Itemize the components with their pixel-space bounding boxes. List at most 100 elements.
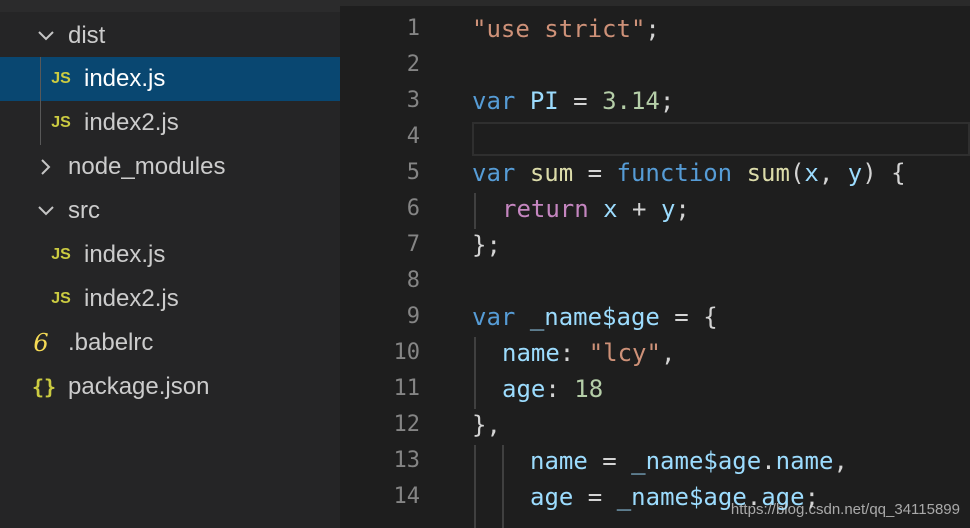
- line-number: 4: [406, 124, 420, 149]
- number-token: 3.14: [602, 87, 660, 115]
- js-file-icon: JS: [51, 246, 71, 263]
- tree-item-label: index.js: [84, 65, 166, 92]
- tree-item-label: .babelrc: [68, 329, 154, 356]
- variable-token: age: [530, 483, 574, 511]
- chevron-down-icon: [36, 14, 56, 58]
- punctuation-token: ;: [659, 87, 675, 115]
- tree-item-label: dist: [68, 22, 106, 49]
- line-number: 1: [406, 16, 420, 41]
- line-number: 7: [406, 232, 420, 257]
- line-number: 12: [393, 412, 421, 437]
- tree-item-label: index.js: [84, 241, 166, 268]
- js-file-icon: JS: [51, 290, 71, 307]
- variable-token: _name$age: [529, 303, 660, 331]
- tree-item-label: index2.js: [84, 285, 179, 312]
- string-token: "use strict": [472, 15, 646, 43]
- operator-token: =: [587, 447, 632, 475]
- punctuation-token: ,: [818, 159, 848, 187]
- string-token: "lcy": [588, 339, 661, 367]
- function-name-token: sum: [529, 159, 574, 187]
- indent-guide: [474, 445, 476, 528]
- explorer-sidebar: dist JS index.js JS index2.js node_modul…: [0, 0, 340, 528]
- babel-file-icon: 6: [33, 329, 49, 357]
- operator-token: =: [573, 483, 617, 511]
- variable-token: _name$age: [631, 447, 762, 475]
- code-line-9: var _name$age = {: [472, 299, 718, 335]
- code-line-3: var PI = 3.14;: [472, 83, 674, 119]
- code-line-6: return x + y;: [502, 191, 690, 227]
- keyword-token: return: [502, 195, 589, 223]
- number-token: 18: [574, 375, 604, 403]
- punctuation-token: },: [472, 411, 501, 439]
- chevron-right-icon: [36, 145, 56, 189]
- tree-folder-src[interactable]: src: [0, 189, 340, 233]
- code-editor[interactable]: 1 2 3 4 5 6 7 8 9 10 11 12 13 14 "use st…: [340, 0, 970, 528]
- tree-file-dist-index2-js[interactable]: JS index2.js: [0, 101, 340, 145]
- keyword-token: var: [472, 159, 516, 187]
- indent-guide: [474, 337, 476, 409]
- line-number: 9: [406, 304, 420, 329]
- param-token: x: [804, 159, 819, 187]
- property-token: name: [775, 447, 834, 475]
- tree-folder-node-modules[interactable]: node_modules: [0, 145, 340, 189]
- indent-guide: [474, 193, 476, 229]
- tree-item-label: node_modules: [68, 153, 226, 180]
- code-line-13: name = _name$age.name,: [530, 443, 848, 479]
- keyword-token: var: [472, 303, 516, 331]
- tree-file-src-index-js[interactable]: JS index.js: [0, 233, 340, 277]
- tree-file-src-index2-js[interactable]: JS index2.js: [0, 277, 340, 321]
- variable-token: PI: [529, 87, 559, 115]
- line-number: 8: [406, 268, 420, 293]
- line-number: 3: [406, 88, 420, 113]
- keyword-token: var: [472, 87, 516, 115]
- chevron-down-icon: [36, 189, 56, 233]
- code-line-10: name: "lcy",: [502, 335, 675, 371]
- line-number: 5: [406, 160, 420, 185]
- line-number: 14: [393, 484, 421, 509]
- operator-token: =: [558, 87, 603, 115]
- line-number: 2: [406, 52, 420, 77]
- property-token: name: [502, 339, 560, 367]
- punctuation-token: ,: [833, 447, 848, 475]
- js-file-icon: JS: [51, 114, 71, 131]
- variable-token: name: [530, 447, 588, 475]
- punctuation-token: :: [545, 375, 575, 403]
- variable-token: x: [603, 195, 618, 223]
- tree-indent-guide: [40, 57, 41, 145]
- keyword-token: function: [616, 159, 733, 187]
- punctuation-token: .: [761, 447, 776, 475]
- js-file-icon: JS: [51, 70, 71, 87]
- current-line-highlight: [472, 122, 970, 156]
- watermark: https://blog.csdn.net/qq_34115899: [730, 501, 960, 518]
- tree-file-package-json[interactable]: {} package.json: [0, 365, 340, 409]
- property-token: age: [502, 375, 546, 403]
- json-file-icon: {}: [31, 375, 57, 399]
- function-name-token: sum: [746, 159, 790, 187]
- indent-guide: [502, 445, 504, 528]
- tree-folder-dist[interactable]: dist: [0, 14, 340, 58]
- editor-tab-strip: [340, 0, 970, 6]
- param-token: y: [847, 159, 863, 187]
- code-line-12: },: [472, 407, 501, 443]
- tree-item-label: package.json: [68, 373, 210, 400]
- code-line-11: age: 18: [502, 371, 603, 407]
- operator-token: =: [573, 159, 617, 187]
- punctuation-token: ) {: [862, 159, 906, 187]
- punctuation-token: };: [472, 231, 501, 259]
- tree-file-dist-index-js[interactable]: JS index.js: [0, 57, 340, 101]
- code-line-5: var sum = function sum(x, y) {: [472, 155, 906, 191]
- variable-token: y: [660, 195, 676, 223]
- code-line-7: };: [472, 227, 501, 263]
- tree-item-label: index2.js: [84, 109, 179, 136]
- tree-file-babelrc[interactable]: 6 .babelrc: [0, 321, 340, 365]
- operator-token: +: [617, 195, 661, 223]
- punctuation-token: ;: [675, 195, 690, 223]
- operator-token: = {: [659, 303, 718, 331]
- sidebar-top-strip: [0, 0, 340, 12]
- line-number: 6: [406, 196, 420, 221]
- punctuation-token: ;: [645, 15, 660, 43]
- punctuation-token: ,: [660, 339, 676, 367]
- line-number: 11: [393, 376, 421, 401]
- line-number: 10: [393, 340, 421, 365]
- variable-token: _name$age: [616, 483, 747, 511]
